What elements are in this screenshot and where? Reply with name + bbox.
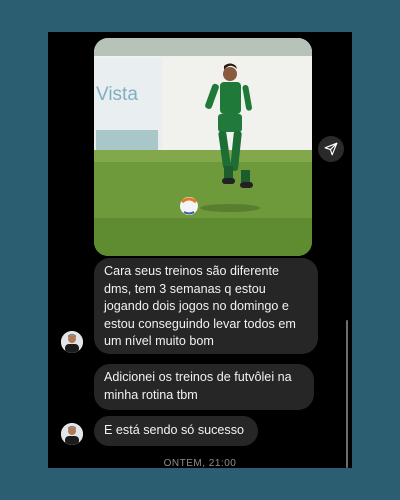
share-button[interactable]	[318, 136, 344, 162]
message-bubble[interactable]: E está sendo só sucesso	[94, 416, 258, 446]
message-bubble[interactable]: Cara seus treinos são diferente dms, tem…	[94, 258, 318, 354]
scrollbar[interactable]	[346, 320, 348, 468]
soccer-player-photo: Vista	[94, 38, 312, 256]
shared-photo[interactable]: Vista	[94, 38, 312, 256]
send-icon	[324, 142, 338, 156]
message-timestamp: ONTEM, 21:00	[163, 458, 237, 468]
message-bubble[interactable]: Adicionei os treinos de futvôlei na minh…	[94, 364, 314, 410]
avatar[interactable]	[61, 423, 83, 445]
chat-screen: Vista Cara seus treinos são diferente dm…	[48, 32, 352, 468]
user-avatar-icon	[61, 423, 83, 445]
banner-text: Vista	[96, 84, 138, 105]
user-avatar-icon	[61, 331, 83, 353]
avatar[interactable]	[61, 331, 83, 353]
